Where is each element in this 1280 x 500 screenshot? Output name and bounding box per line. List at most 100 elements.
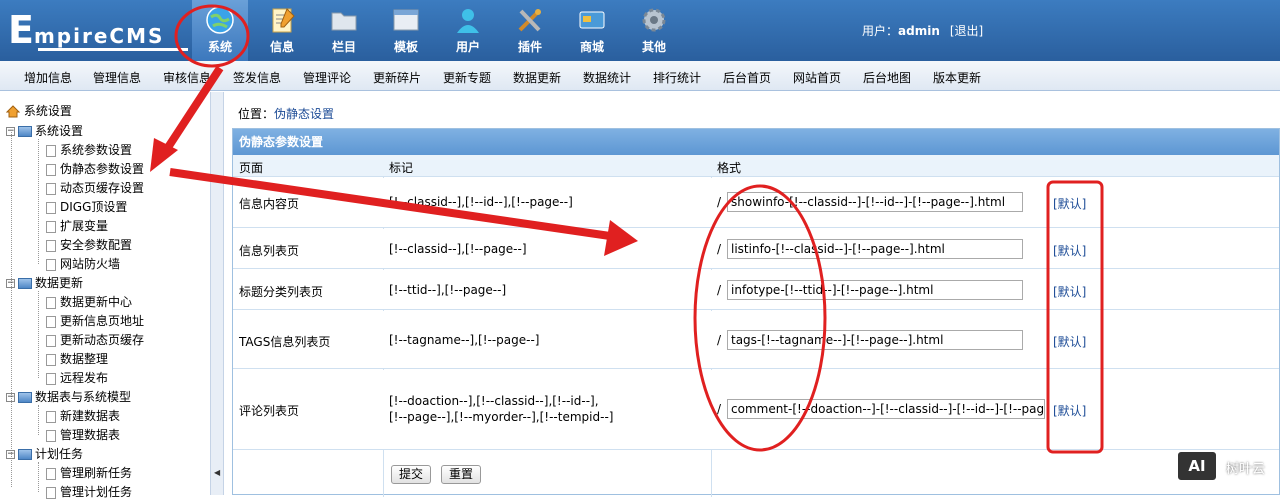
- top-navigation-bar: EmpireCMS 系统 信息 栏目 模板 用户 插件 商城 其他 用户：adm…: [0, 0, 1280, 61]
- default-link[interactable]: [默认]: [1053, 283, 1086, 300]
- tree-item-update-center[interactable]: 数据更新中心: [46, 293, 132, 310]
- folder-icon: [331, 12, 357, 31]
- nav-info[interactable]: 信息: [254, 0, 310, 61]
- menu-data-stats[interactable]: 数据统计: [583, 69, 631, 86]
- page-icon: [46, 144, 56, 157]
- tree-item-remote-publish[interactable]: 远程发布: [46, 369, 108, 386]
- default-link[interactable]: [默认]: [1053, 402, 1086, 419]
- window-icon: [393, 9, 419, 31]
- default-link[interactable]: [默认]: [1053, 195, 1086, 212]
- tree-item-ext-vars[interactable]: 扩展变量: [46, 217, 108, 234]
- tree-group-data-update[interactable]: − 数据更新: [6, 274, 83, 291]
- user-name: admin: [898, 24, 940, 38]
- table-row: TAGS信息列表页 [!--tagname--],[!--page--] / t…: [233, 311, 1279, 369]
- menu-add-info[interactable]: 增加信息: [24, 69, 72, 86]
- menu-site-home[interactable]: 网站首页: [793, 69, 841, 86]
- breadcrumb-link[interactable]: 伪静态设置: [274, 107, 334, 121]
- page-icon: [46, 372, 56, 385]
- menu-version-update[interactable]: 版本更新: [933, 69, 981, 86]
- tree-root[interactable]: 系统设置: [5, 102, 72, 119]
- tree-item-digg[interactable]: DIGG顶设置: [46, 198, 127, 215]
- tree-group-system-settings[interactable]: − 系统设置: [6, 122, 83, 139]
- submit-button[interactable]: 提交: [391, 465, 432, 484]
- nav-plugin[interactable]: 插件: [502, 0, 558, 61]
- tree-item-dynamic-cache[interactable]: 动态页缓存设置: [46, 179, 144, 196]
- home-icon: [5, 105, 21, 118]
- tree-item-manage-tables[interactable]: 管理数据表: [46, 426, 120, 443]
- menu-update-topics[interactable]: 更新专题: [443, 69, 491, 86]
- tree-group-scheduled-tasks[interactable]: − 计划任务: [6, 445, 83, 462]
- menu-admin-home[interactable]: 后台首页: [723, 69, 771, 86]
- tree-group-tables-models[interactable]: − 数据表与系统模型: [6, 388, 131, 405]
- folder-icon: [18, 278, 32, 289]
- nav-template[interactable]: 模板: [378, 0, 434, 61]
- table-row: 标题分类列表页 [!--ttid--],[!--page--] / infoty…: [233, 270, 1279, 310]
- menu-manage-comments[interactable]: 管理评论: [303, 69, 351, 86]
- default-link[interactable]: [默认]: [1053, 242, 1086, 259]
- tree-item-security-params[interactable]: 安全参数配置: [46, 236, 132, 253]
- gear-icon: [642, 8, 666, 32]
- menu-update-fragments[interactable]: 更新碎片: [373, 69, 421, 86]
- panel-title: 伪静态参数设置: [233, 129, 1279, 155]
- tree-item-update-dyn-cache[interactable]: 更新动态页缓存: [46, 331, 144, 348]
- tree-item-update-info-url[interactable]: 更新信息页地址: [46, 312, 144, 329]
- tree-item-plan-tasks[interactable]: 管理计划任务: [46, 483, 132, 500]
- empirecms-logo: EmpireCMS: [8, 10, 188, 51]
- page-icon: [46, 315, 56, 328]
- col-page: 页面: [239, 161, 264, 175]
- menu-admin-map[interactable]: 后台地图: [863, 69, 911, 86]
- tree-item-new-table[interactable]: 新建数据表: [46, 407, 120, 424]
- table-row: 信息内容页 [!--classid--],[!--id--],[!--page-…: [233, 178, 1279, 228]
- format-input[interactable]: tags-[!--tagname--]-[!--page--].html: [727, 330, 1023, 350]
- tree-item-system-params[interactable]: 系统参数设置: [46, 141, 132, 158]
- logout-link[interactable]: [退出]: [950, 24, 983, 38]
- sidebar-tree: 系统设置 − 系统设置 系统参数设置 伪静态参数设置 动态页缓存设置 DIGG顶设…: [0, 92, 210, 499]
- page-icon: [46, 220, 56, 233]
- notepad-icon: [272, 8, 295, 33]
- folder-icon: [18, 449, 32, 460]
- table-header: 页面 标记 格式: [233, 155, 1279, 177]
- tree-item-firewall[interactable]: 网站防火墙: [46, 255, 120, 272]
- format-input[interactable]: listinfo-[!--classid--]-[!--page--].html: [727, 239, 1023, 259]
- format-input[interactable]: infotype-[!--ttid--]-[!--page--].html: [727, 280, 1023, 300]
- tools-icon: [518, 9, 541, 32]
- watermark-text: 树叶云: [1226, 462, 1266, 477]
- tree-item-data-cleanup[interactable]: 数据整理: [46, 350, 108, 367]
- page-icon: [46, 258, 56, 271]
- format-input[interactable]: comment-[!--doaction--]-[!--classid--]-[…: [727, 399, 1045, 419]
- settings-panel: 伪静态参数设置 页面 标记 格式 信息内容页 [!--classid--],[!…: [232, 128, 1280, 497]
- watermark-badge: AI: [1176, 450, 1218, 482]
- folder-icon: [18, 126, 32, 137]
- page-icon: [46, 296, 56, 309]
- nav-column[interactable]: 栏目: [316, 0, 372, 61]
- watermark: AI 树叶云: [1176, 450, 1265, 482]
- nav-system[interactable]: 系统: [192, 0, 248, 61]
- tree-item-refresh-tasks[interactable]: 管理刷新任务: [46, 464, 132, 481]
- sidebar-splitter[interactable]: ◀: [210, 92, 224, 495]
- menu-rank-stats[interactable]: 排行统计: [653, 69, 701, 86]
- col-format: 格式: [717, 161, 742, 175]
- page-icon: [46, 429, 56, 442]
- page-icon: [46, 163, 56, 176]
- nav-other[interactable]: 其他: [626, 0, 682, 61]
- user-icon: [457, 9, 479, 33]
- page-icon: [46, 334, 56, 347]
- menu-sign-info[interactable]: 签发信息: [233, 69, 281, 86]
- reset-button[interactable]: 重置: [441, 465, 482, 484]
- menu-review-info[interactable]: 审核信息: [163, 69, 211, 86]
- default-link[interactable]: [默认]: [1053, 333, 1086, 350]
- menu-manage-info[interactable]: 管理信息: [93, 69, 141, 86]
- page-icon: [46, 410, 56, 423]
- col-mark: 标记: [389, 161, 414, 175]
- nav-shop[interactable]: 商城: [564, 0, 620, 61]
- user-info: 用户：admin [退出]: [862, 22, 983, 39]
- tree-item-pseudo-static[interactable]: 伪静态参数设置: [46, 160, 144, 177]
- table-row: 评论列表页 [!--doaction--],[!--classid--],[!-…: [233, 370, 1279, 450]
- collapse-arrow-icon[interactable]: ◀: [214, 468, 220, 477]
- page-icon: [46, 467, 56, 480]
- table-row: 信息列表页 [!--classid--],[!--page--] / listi…: [233, 229, 1279, 269]
- nav-user[interactable]: 用户: [440, 0, 496, 61]
- folder-icon: [18, 392, 32, 403]
- menu-data-update[interactable]: 数据更新: [513, 69, 561, 86]
- format-input[interactable]: showinfo-[!--classid--]-[!--id--]-[!--pa…: [727, 192, 1023, 212]
